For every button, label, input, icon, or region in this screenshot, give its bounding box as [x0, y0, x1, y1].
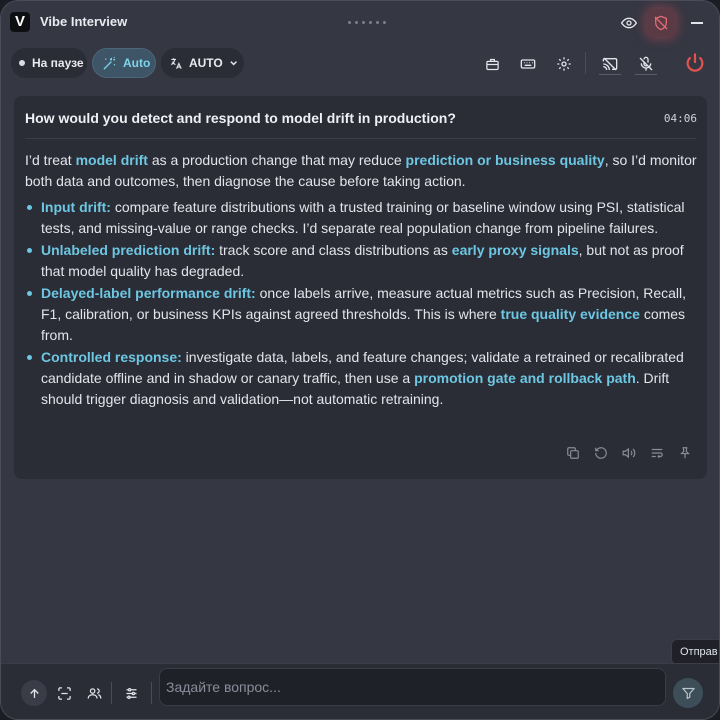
app-logo: V [10, 12, 30, 32]
pin-icon[interactable] [677, 445, 693, 461]
status-dot [19, 60, 25, 66]
arrow-up-icon[interactable] [21, 680, 47, 706]
briefcase-icon[interactable] [481, 53, 503, 75]
gear-icon[interactable] [553, 53, 575, 75]
list-item: Delayed-label performance drift: once la… [25, 283, 700, 346]
refresh-icon[interactable] [593, 445, 609, 461]
pause-label: На паузе [32, 56, 84, 70]
drag-handle[interactable] [348, 21, 386, 24]
cast-underline [599, 74, 621, 75]
list-item: Unlabeled prediction drift: track score … [25, 240, 700, 282]
bullet-term: Delayed-label performance drift: [41, 285, 256, 301]
mic-off-icon[interactable] [635, 53, 657, 75]
highlight-term: prediction or business quality [405, 152, 605, 168]
minimize-icon[interactable] [683, 9, 711, 37]
translate-icon [170, 57, 182, 69]
app-window: V Vibe Interview На паузе Auto AUTO How … [0, 0, 720, 720]
keyboard-icon[interactable] [517, 53, 539, 75]
question-input-wrapper [159, 668, 666, 706]
chevron-down-icon [230, 61, 237, 66]
question-timestamp: 04:06 [663, 112, 697, 125]
question-divider [25, 138, 696, 139]
bottom-divider [151, 682, 152, 704]
sliders-icon[interactable] [118, 680, 144, 706]
highlight-term: model drift [75, 152, 148, 168]
answer-body: I’d treat model drift as a production ch… [25, 150, 700, 411]
eye-icon[interactable] [615, 9, 643, 37]
language-label: AUTO [188, 56, 223, 70]
magic-wand-icon [103, 56, 116, 70]
title-bar[interactable]: V Vibe Interview [1, 1, 719, 43]
wrap-icon[interactable] [649, 445, 665, 461]
answer-card: How would you detect and respond to mode… [14, 96, 707, 479]
card-actions [565, 445, 693, 461]
answer-list: Input drift: compare feature distributio… [25, 197, 700, 410]
language-select[interactable]: AUTO [161, 48, 244, 78]
bullet-term: Input drift: [41, 199, 111, 215]
highlight-term: promotion gate and rollback path [414, 370, 636, 386]
highlight-term: early proxy signals [451, 242, 579, 258]
send-button[interactable] [673, 678, 703, 708]
users-icon[interactable] [81, 680, 107, 706]
list-item: Input drift: compare feature distributio… [25, 197, 700, 239]
scan-icon[interactable] [51, 680, 77, 706]
app-title: Vibe Interview [40, 14, 128, 29]
answer-intro: I’d treat model drift as a production ch… [25, 152, 697, 189]
bullet-term: Unlabeled prediction drift: [41, 242, 216, 258]
send-tooltip: Отправ [671, 639, 719, 665]
shield-off-icon[interactable] [647, 9, 675, 37]
toolbar: На паузе Auto AUTO [1, 45, 719, 81]
mic-underline [635, 74, 657, 75]
speaker-icon[interactable] [621, 445, 637, 461]
copy-icon[interactable] [565, 445, 581, 461]
power-icon[interactable] [684, 52, 706, 74]
send-icon [681, 687, 695, 699]
bottom-divider [111, 682, 112, 704]
bullet-term: Controlled response: [41, 349, 182, 365]
auto-label: Auto [123, 56, 151, 70]
auto-mode-button[interactable]: Auto [92, 48, 156, 78]
list-item: Controlled response: investigate data, l… [25, 347, 700, 410]
highlight-term: true quality evidence [500, 306, 640, 322]
toolbar-divider [585, 52, 586, 74]
cast-off-icon[interactable] [599, 53, 621, 75]
question-input[interactable] [160, 669, 665, 705]
pause-status-button[interactable]: На паузе [11, 48, 87, 78]
question-text: How would you detect and respond to mode… [25, 110, 456, 126]
bottom-bar [1, 663, 719, 719]
